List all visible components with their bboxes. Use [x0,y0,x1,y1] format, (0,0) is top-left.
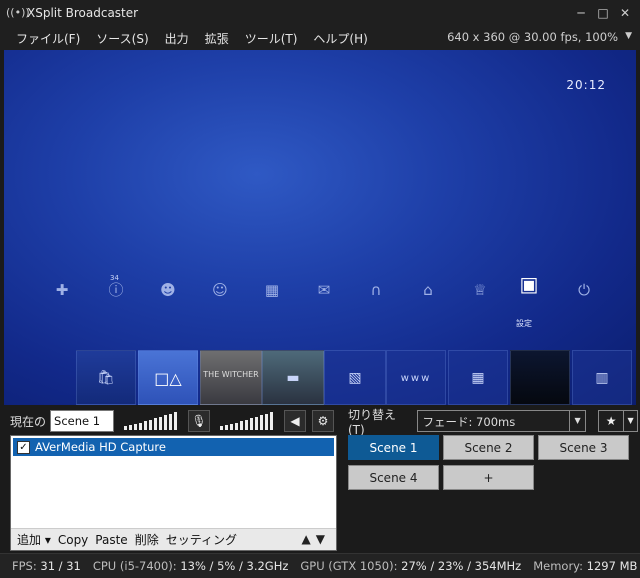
store-tile: 🛍 [76,350,136,405]
microphone-button[interactable]: 🎙 [188,410,211,432]
transition-select[interactable]: フェード: 700ms ▼ [416,410,587,432]
party-icon: ☺ [212,281,228,299]
menu-help[interactable]: ヘルプ(H) [305,30,375,47]
app-tile [510,350,570,405]
window-title: XSplit Broadcaster [27,6,139,20]
gpu-value: 27% / 23% / 354MHz [401,559,522,573]
add-source-button[interactable]: 追加 ▾ [17,531,51,548]
source-name: AVerMedia HD Capture [35,440,166,454]
move-up-icon[interactable]: ▲ [302,532,316,546]
picture-icon: ▧ [348,370,362,386]
mic-volume-meter[interactable] [124,412,182,430]
selected-item-label: 設定 [516,319,532,328]
memory-value: 1297 MB [586,559,638,573]
move-arrows: ▲▼ [302,532,330,546]
browser-tile: www [386,350,446,405]
friends-icon: ☻ [160,281,176,299]
library-icon: ▥ [595,370,609,386]
chevron-down-icon[interactable]: ▼ [569,411,585,431]
menu-bar: ファイル(F) ソース(S) 出力 拡張 ツール(T) ヘルプ(H) 640 x… [0,26,640,50]
cpu-status: CPU (i5-7400): 13% / 5% / 3.2GHz [92,559,289,573]
paste-button[interactable]: Paste [95,533,127,547]
fps-status: FPS: 31 / 31 [12,559,81,573]
scene-3-button[interactable]: Scene 3 [538,435,629,460]
sources-toolbar: 追加 ▾ Copy Paste 削除 セッティング ▲▼ [11,528,336,550]
copy-button[interactable]: Copy [58,533,88,547]
favorite-button[interactable]: ★ [598,410,625,432]
fps-value: 31 / 31 [40,559,81,573]
add-scene-button[interactable]: + [443,465,534,490]
tv-tile: ▦ [448,350,508,405]
move-down-icon[interactable]: ▼ [316,532,330,546]
speaker-button[interactable]: ◀ [284,410,307,432]
settings-button[interactable]: セッティング [166,531,237,548]
menu-file[interactable]: ファイル(F) [8,30,88,47]
list-item[interactable]: ✓ AVerMedia HD Capture [13,438,334,456]
tv-icon: ▦ [471,370,485,386]
speaker-volume-meter[interactable] [220,412,278,430]
preview-clock: 20:12 [566,78,606,92]
scene-1-button[interactable]: Scene 1 [348,435,439,460]
media-tile: ▧ [324,350,386,405]
power-icon: ⏻ [578,281,590,299]
ps-symbols-icon: □△ [154,369,182,388]
menu-output[interactable]: 出力 [157,30,197,47]
minimize-button[interactable]: ─ [570,4,592,22]
transition-row: 切り替え(T) フェード: 700ms ▼ ★ ▼ [348,408,639,437]
www-icon: www [400,373,432,384]
close-button[interactable]: ✕ [614,4,636,22]
title-bar: ((•)) XSplit Broadcaster ─ □ ✕ [0,0,640,26]
shopping-bag-icon: 🛍 [97,370,115,386]
scene-4-button[interactable]: Scene 4 [348,465,439,490]
toolbox-icon: ▣ [519,272,539,296]
calendar-icon: ▦ [264,281,280,299]
library-tile: ▥ [572,350,632,405]
folder-icon: ▬ [286,370,300,386]
scene-buttons: Scene 1 Scene 2 Scene 3 Scene 4 + [348,435,633,495]
menu-extensions[interactable]: 拡張 [197,30,237,47]
trophy-icon: ♕ [473,281,487,299]
menu-source[interactable]: ソース(S) [88,30,156,47]
audio-settings-button[interactable]: ⚙ [312,410,335,432]
current-scene-label: 現在の [10,414,47,429]
ps-function-bar: ✚ 34 ⓘ ☻ ☺ ▦ ✉ ∩ ⌂ ♕ ▣ ⏻ [46,272,606,312]
controls-panel: 現在の Scene 1 🎙 ◀ ⚙ 切り替え(T) フェード: 700ms ▼ … [0,405,640,553]
scene-2-button[interactable]: Scene 2 [443,435,534,460]
microphone-icon: 🎙 [191,414,207,428]
gear-icon: ⚙ [317,414,329,428]
current-scene-name[interactable]: Scene 1 [50,410,115,432]
transition-label: 切り替え(T) [348,407,397,437]
chat-icon: ✉ [317,281,331,299]
star-add-icon: ★ [605,414,617,428]
resolution-display[interactable]: 640 x 360 @ 30.00 fps, 100% [447,30,618,44]
info-icon: 34 ⓘ [104,274,128,302]
window-controls: ─ □ ✕ [570,4,636,22]
status-bar: FPS: 31 / 31 CPU (i5-7400): 13% / 5% / 3… [0,553,640,578]
cpu-value: 13% / 5% / 3.2GHz [180,559,289,573]
resolution-dropdown-icon[interactable]: ▼ [625,31,632,41]
gpu-status: GPU (GTX 1050): 27% / 23% / 354MHz [300,559,522,573]
menu-tools[interactable]: ツール(T) [237,30,306,47]
content-tiles: 🛍 □△ THE WITCHER ▬ ▧ www ▦ ▥ [4,350,636,405]
memory-status: Memory: 1297 MB [533,559,638,573]
notification-badge: 34 [110,274,119,282]
transition-value: フェード: 700ms [422,415,516,429]
broadcast-icon: ((•)) [6,6,30,19]
favorite-dropdown-button[interactable]: ▼ [624,410,639,432]
source-checkbox[interactable]: ✓ [17,440,30,454]
maximize-button[interactable]: □ [592,4,614,22]
speaker-icon: ◀ [290,414,300,428]
playstation-tile: □△ [138,350,198,405]
scene-audio-row: 現在の Scene 1 🎙 ◀ ⚙ [10,409,340,433]
sources-list[interactable]: ✓ AVerMedia HD Capture 追加 ▾ Copy Paste 削… [10,435,337,551]
headset-icon: ∩ [370,281,382,299]
preview-area[interactable]: 20:12 ✚ 34 ⓘ ☻ ☺ ▦ ✉ ∩ ⌂ ♕ ▣ ⏻ 設定 🛍 □△ TH… [4,50,636,405]
game-tile: ▬ [262,350,324,405]
plus-icon: ✚ [55,281,69,299]
delete-button[interactable]: 削除 [135,531,159,548]
home-icon: ⌂ [423,281,433,299]
game-tile-witcher: THE WITCHER [200,350,262,405]
